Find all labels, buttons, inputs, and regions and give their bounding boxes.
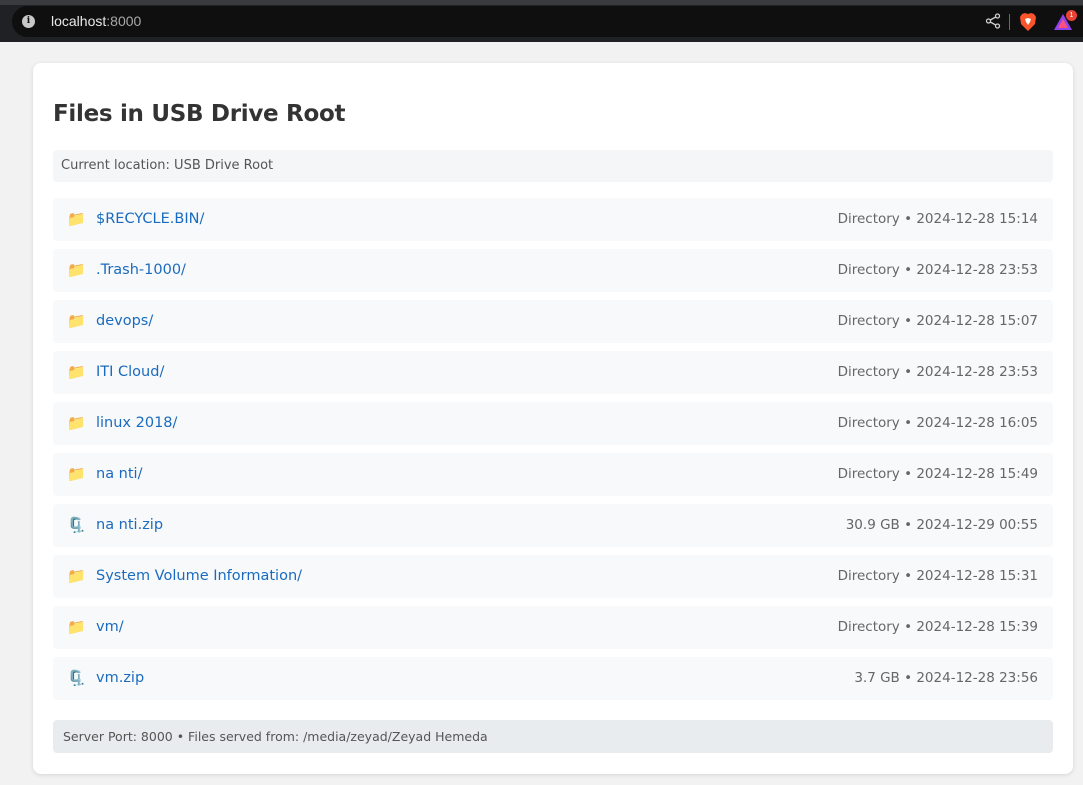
share-icon[interactable] <box>985 13 1001 29</box>
file-link[interactable]: $RECYCLE.BIN/ <box>96 211 204 227</box>
folder-icon: 📁 <box>67 414 86 432</box>
file-row: 📁 $RECYCLE.BIN/Directory • 2024-12-28 15:… <box>53 198 1053 241</box>
file-row: 📁 ITI Cloud/Directory • 2024-12-28 23:53 <box>53 351 1053 394</box>
file-meta: Directory • 2024-12-28 23:53 <box>837 262 1038 278</box>
server-info-footer: Server Port: 8000 • Files served from: /… <box>53 720 1053 753</box>
page-title: Files in USB Drive Root <box>53 101 346 127</box>
file-link[interactable]: vm/ <box>96 619 124 635</box>
zip-file-icon: 🗜️ <box>67 516 86 534</box>
file-link[interactable]: devops/ <box>96 313 153 329</box>
folder-icon: 📁 <box>67 261 86 279</box>
url-port: :8000 <box>106 13 142 29</box>
file-browser-card: Files in USB Drive Root Current location… <box>33 63 1073 774</box>
file-row: 📁 linux 2018/Directory • 2024-12-28 16:05 <box>53 402 1053 445</box>
file-link[interactable]: vm.zip <box>96 670 144 686</box>
file-meta: Directory • 2024-12-28 15:07 <box>837 313 1038 329</box>
file-link[interactable]: na nti.zip <box>96 517 163 533</box>
file-meta: 30.9 GB • 2024-12-29 00:55 <box>845 517 1038 533</box>
folder-icon: 📁 <box>67 210 86 228</box>
current-location: Current location: USB Drive Root <box>53 150 1053 182</box>
file-row: 🗜️ na nti.zip 30.9 GB • 2024-12-29 00:55 <box>53 504 1053 547</box>
file-row: 📁 System Volume Information/Directory • 2… <box>53 555 1053 598</box>
file-meta: Directory • 2024-12-28 16:05 <box>837 415 1038 431</box>
url-host: localhost <box>51 13 107 29</box>
notification-badge: 1 <box>1066 10 1077 21</box>
file-row: 📁 devops/Directory • 2024-12-28 15:07 <box>53 300 1053 343</box>
brave-shields-icon[interactable] <box>1019 12 1037 32</box>
folder-icon: 📁 <box>67 618 86 636</box>
site-info-icon[interactable]: i <box>22 15 35 28</box>
file-meta: Directory • 2024-12-28 15:39 <box>837 619 1038 635</box>
file-row: 🗜️ vm.zip 3.7 GB • 2024-12-28 23:56 <box>53 657 1053 700</box>
url-text[interactable]: localhost:8000 <box>51 13 141 29</box>
folder-icon: 📁 <box>67 567 86 585</box>
file-link[interactable]: System Volume Information/ <box>96 568 302 584</box>
folder-icon: 📁 <box>67 363 86 381</box>
zip-file-icon: 🗜️ <box>67 669 86 687</box>
tab-strip <box>0 0 1083 5</box>
file-meta: Directory • 2024-12-28 15:14 <box>837 211 1038 227</box>
file-meta: Directory • 2024-12-28 15:31 <box>837 568 1038 584</box>
file-link[interactable]: ITI Cloud/ <box>96 364 164 380</box>
address-bar[interactable] <box>12 6 1083 37</box>
file-meta: Directory • 2024-12-28 23:53 <box>837 364 1038 380</box>
folder-icon: 📁 <box>67 465 86 483</box>
file-meta: Directory • 2024-12-28 15:49 <box>837 466 1038 482</box>
file-link[interactable]: .Trash-1000/ <box>96 262 186 278</box>
file-row: 📁 na nti/Directory • 2024-12-28 15:49 <box>53 453 1053 496</box>
file-meta: 3.7 GB • 2024-12-28 23:56 <box>854 670 1038 686</box>
file-row: 📁 .Trash-1000/Directory • 2024-12-28 23:5… <box>53 249 1053 292</box>
file-link[interactable]: na nti/ <box>96 466 142 482</box>
toolbar-divider <box>1009 14 1010 30</box>
browser-toolbar: i localhost:8000 1 <box>0 0 1083 42</box>
folder-icon: 📁 <box>67 312 86 330</box>
file-link[interactable]: linux 2018/ <box>96 415 177 431</box>
file-row: 📁 vm/Directory • 2024-12-28 15:39 <box>53 606 1053 649</box>
